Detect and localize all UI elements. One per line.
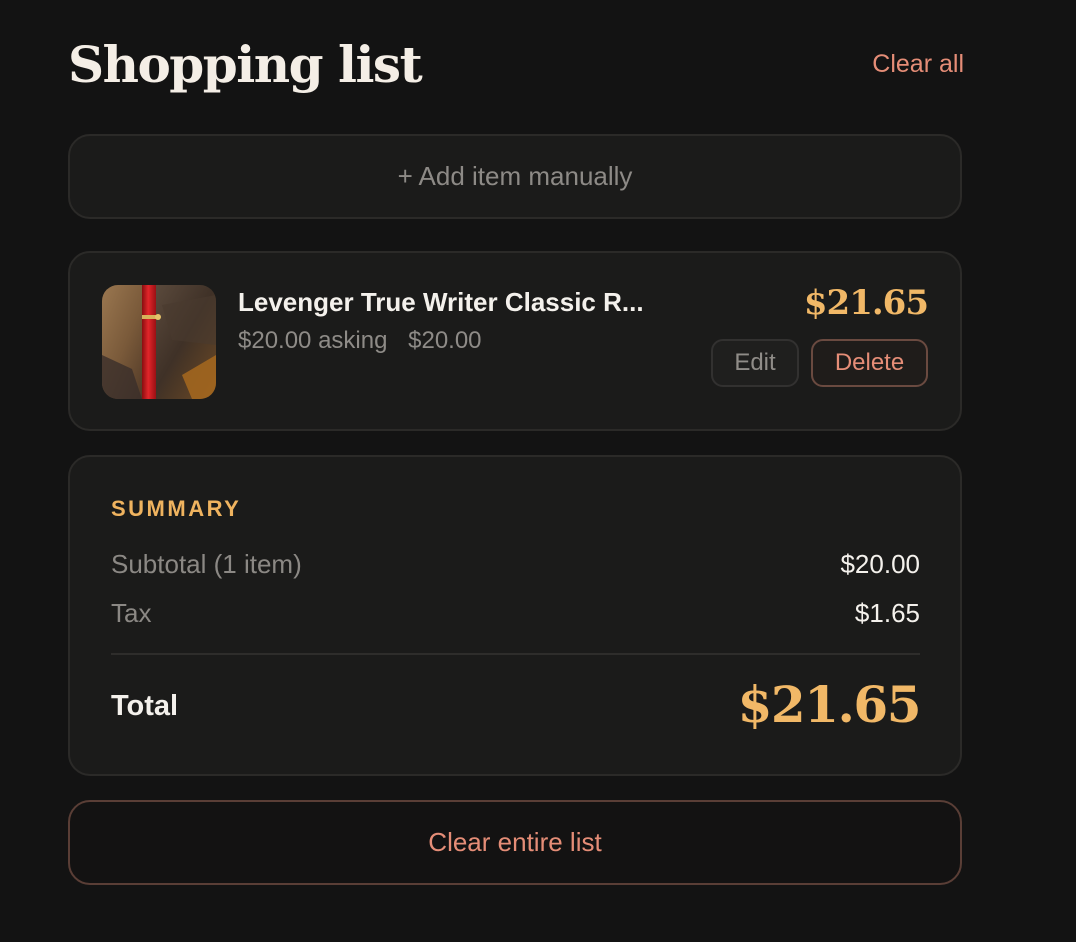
add-item-label: + Add item manually bbox=[397, 161, 633, 191]
subtotal-value: $20.00 bbox=[840, 549, 920, 579]
item-thumbnail bbox=[102, 285, 216, 399]
summary-heading: SUMMARY bbox=[111, 496, 242, 521]
tax-label: Tax bbox=[111, 598, 152, 628]
item-total-price: $21.65 bbox=[803, 283, 929, 323]
total-value: $21.65 bbox=[737, 675, 922, 734]
item-asking-price: $20.00 asking bbox=[238, 327, 388, 354]
edit-button[interactable]: Edit bbox=[711, 339, 799, 387]
delete-button[interactable]: Delete bbox=[811, 339, 928, 387]
list-item: Levenger True Writer Classic R... $20.00… bbox=[68, 251, 962, 431]
tax-value: $1.65 bbox=[854, 598, 920, 628]
summary-card: SUMMARY Subtotal (1 item) $20.00 Tax $1.… bbox=[68, 455, 962, 776]
add-item-manually-button[interactable]: + Add item manually bbox=[68, 134, 962, 219]
item-price-details: $20.00 asking $20.00 bbox=[238, 327, 482, 355]
red-pen-photo-icon bbox=[102, 285, 216, 399]
page-header: Shopping list Clear all bbox=[68, 28, 964, 104]
subtotal-label: Subtotal (1 item) bbox=[111, 549, 302, 579]
clear-entire-list-button[interactable]: Clear entire list bbox=[68, 800, 962, 885]
item-base-price: $20.00 bbox=[408, 327, 482, 354]
item-name[interactable]: Levenger True Writer Classic R... bbox=[238, 287, 718, 318]
shopping-list-page: Shopping list Clear all + Add item manua… bbox=[0, 0, 1076, 942]
clear-entire-list-label: Clear entire list bbox=[428, 827, 602, 857]
summary-divider bbox=[111, 653, 920, 655]
total-label: Total bbox=[111, 690, 179, 722]
clear-all-button[interactable]: Clear all bbox=[872, 50, 964, 79]
page-title: Shopping list bbox=[68, 35, 423, 94]
